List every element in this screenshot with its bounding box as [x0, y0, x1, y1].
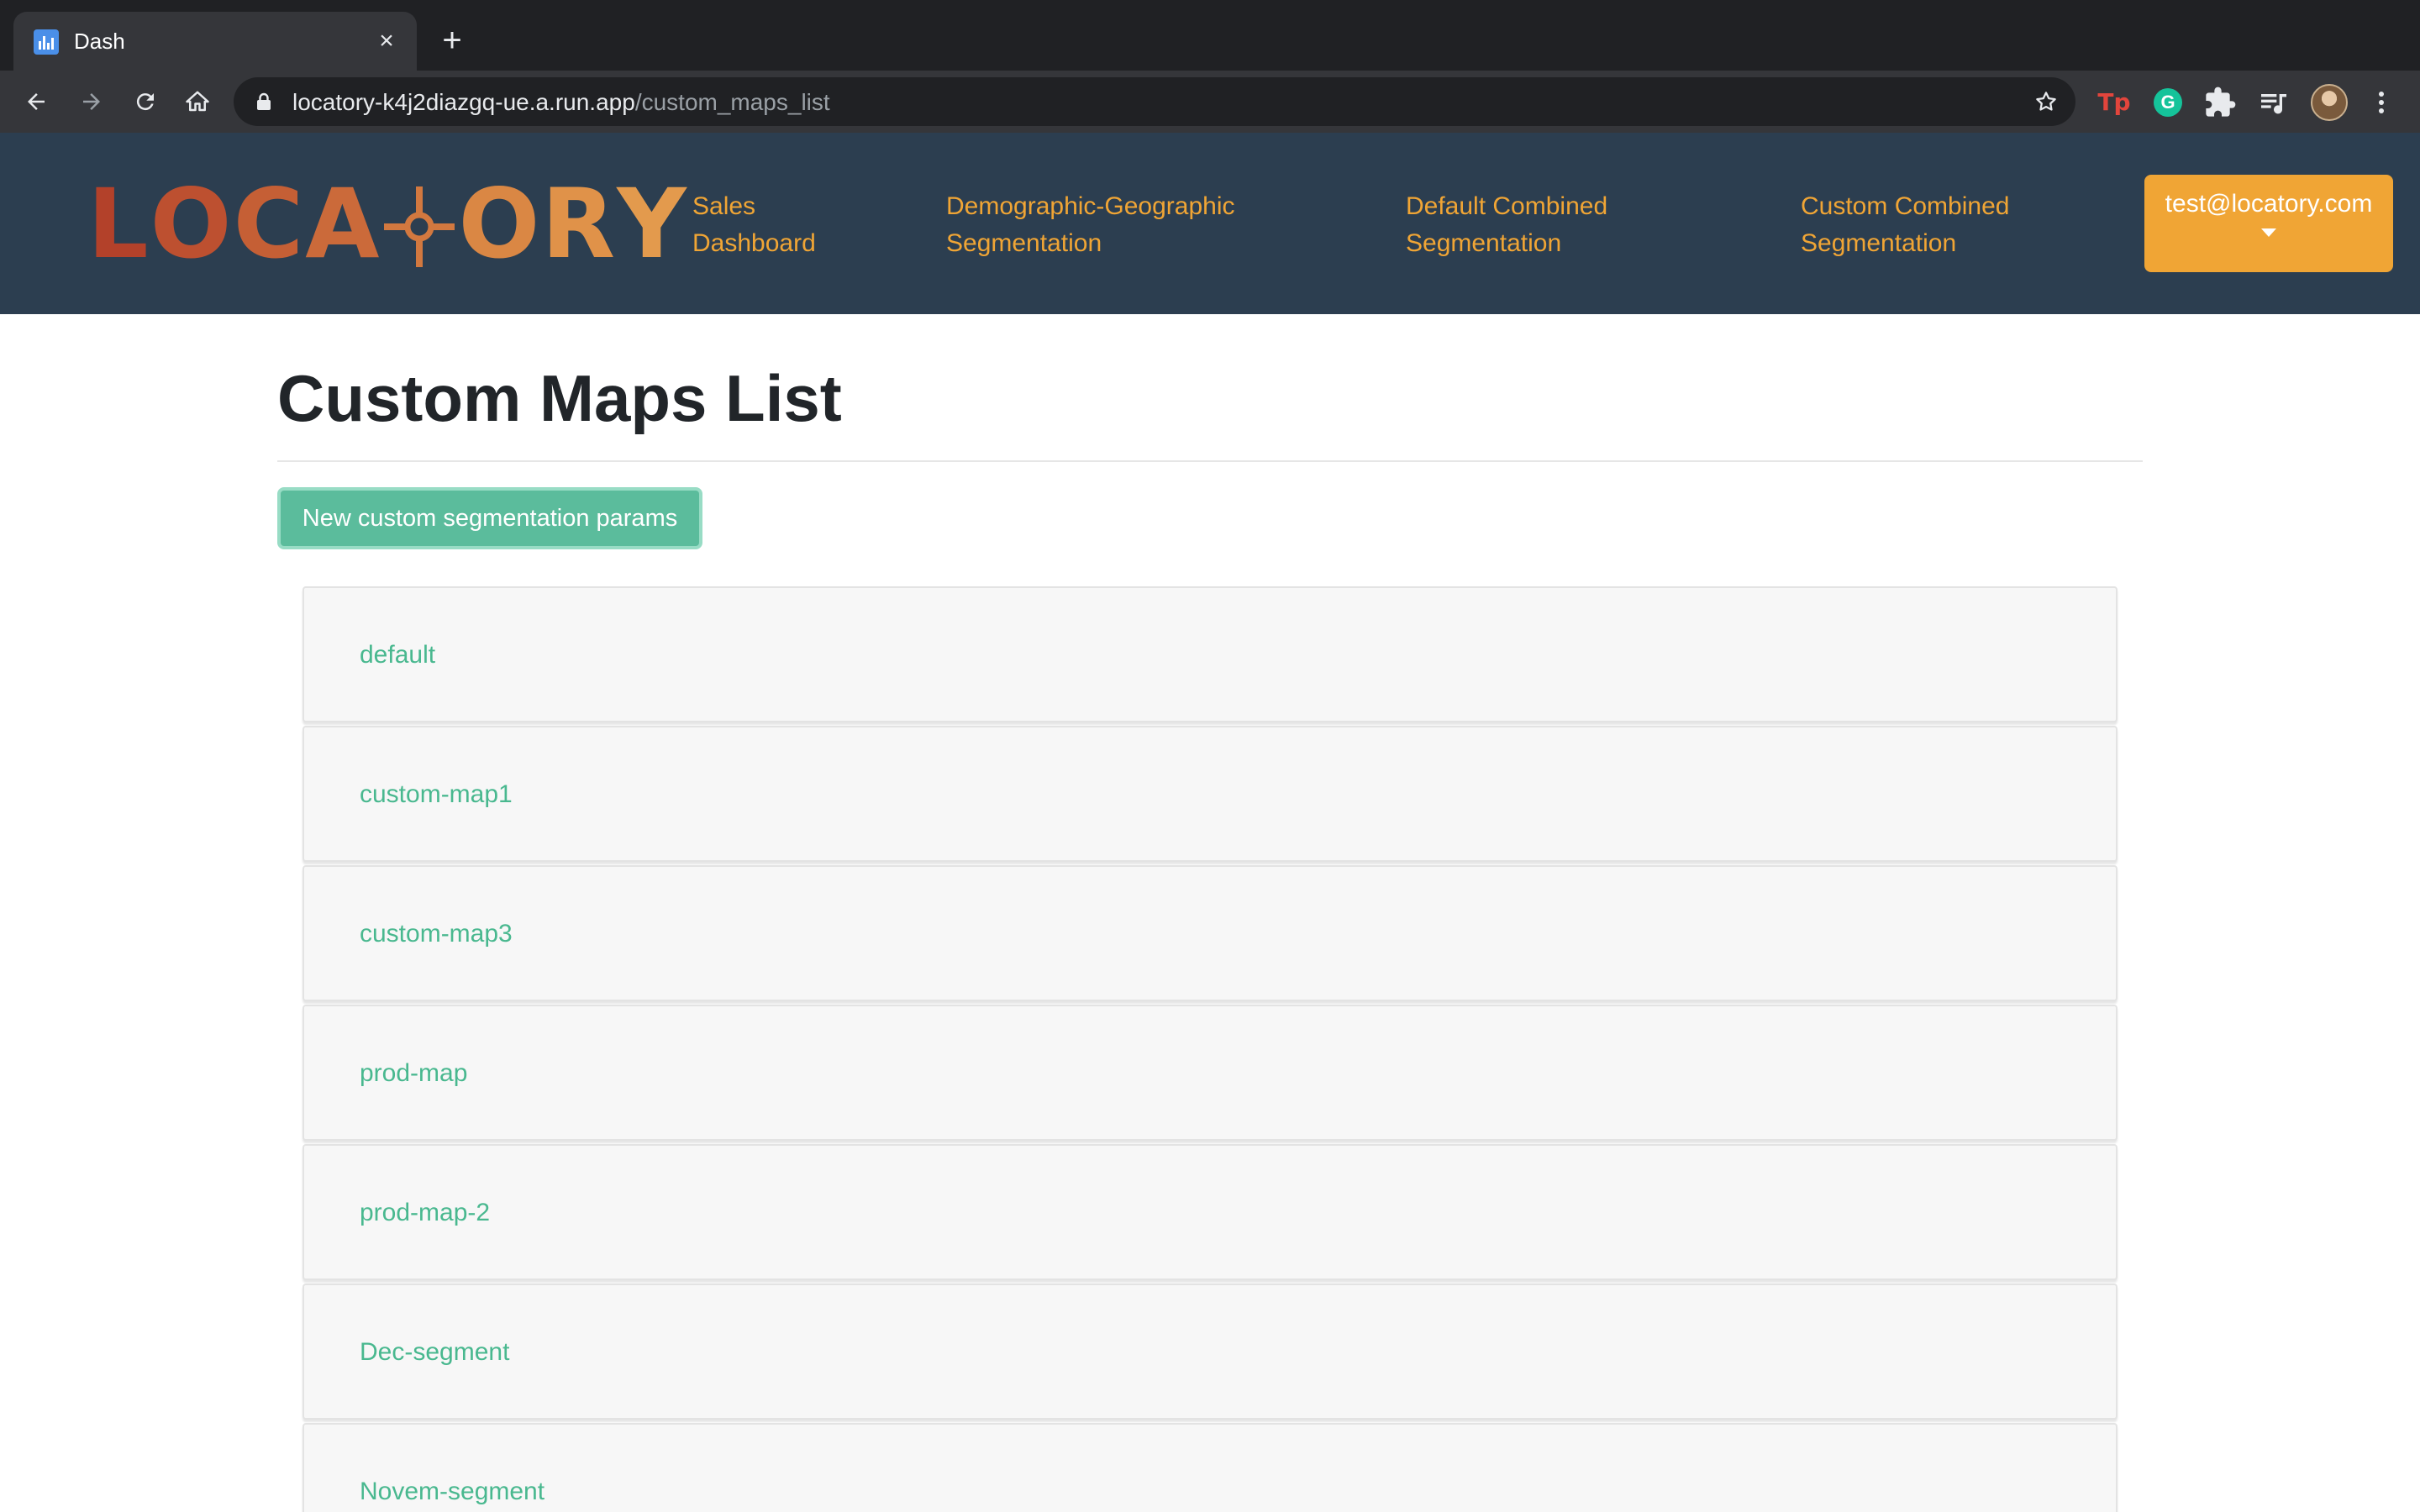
new-tab-icon[interactable]: +	[434, 22, 471, 59]
new-custom-segmentation-button[interactable]: New custom segmentation params	[277, 487, 702, 549]
caret-down-icon	[2261, 228, 2276, 237]
url-host: locatory-k4j2diazgq-ue.a.run.app	[292, 89, 635, 115]
browser-tabstrip: Dash × +	[0, 0, 2420, 71]
logo-wordmark: LOCA ORY	[87, 168, 688, 280]
tab-title: Dash	[74, 29, 125, 54]
tab-close-icon[interactable]: ×	[371, 26, 402, 56]
map-link[interactable]: custom-map1	[360, 778, 513, 811]
title-divider	[277, 460, 2143, 462]
browser-toolbar: locatory-k4j2diazgq-ue.a.run.app/custom_…	[0, 71, 2420, 133]
map-list-item[interactable]: prod-map-2	[302, 1144, 2118, 1280]
logo-letter: Y	[617, 168, 688, 280]
map-list-item[interactable]: Novem-segment	[302, 1423, 2118, 1512]
logo-letter: O	[150, 168, 234, 280]
logo-letter: O	[458, 168, 542, 280]
browser-tab[interactable]: Dash ×	[13, 12, 417, 71]
map-link[interactable]: custom-map3	[360, 917, 513, 951]
map-list-item[interactable]: custom-map1	[302, 726, 2118, 862]
logo-letter: A	[305, 168, 381, 280]
map-link[interactable]: Novem-segment	[360, 1475, 544, 1509]
app-navbar: LOCA ORY Sales Dashboard Demographic-Geog…	[0, 133, 2420, 314]
map-list-item[interactable]: prod-map	[302, 1005, 2118, 1141]
nav-custom-combined-segmentation[interactable]: Custom Combined Segmentation	[1801, 188, 2009, 262]
media-control-icon[interactable]	[2257, 86, 2291, 119]
lock-icon	[257, 92, 271, 110]
url-path: /custom_maps_list	[634, 89, 830, 115]
map-list-item[interactable]: custom-map3	[302, 865, 2118, 1001]
address-bar[interactable]: locatory-k4j2diazgq-ue.a.run.app/custom_…	[234, 77, 2075, 126]
reload-icon[interactable]	[123, 79, 168, 124]
forward-icon[interactable]	[69, 79, 114, 124]
logo-target-t	[381, 178, 458, 270]
map-link[interactable]: default	[360, 638, 435, 672]
map-link[interactable]: Dec-segment	[360, 1336, 509, 1369]
extensions-puzzle-icon[interactable]	[2203, 86, 2237, 119]
page-title: Custom Maps List	[277, 361, 842, 435]
dash-favicon-icon	[34, 29, 59, 55]
browser-menu-icon[interactable]	[2365, 86, 2398, 119]
user-email: test@locatory.com	[2165, 190, 2373, 218]
map-list-item[interactable]: default	[302, 586, 2118, 722]
grammarly-extension-icon[interactable]: G	[2151, 86, 2185, 119]
home-icon[interactable]	[175, 79, 220, 124]
locatory-logo[interactable]: LOCA ORY	[87, 176, 687, 272]
url-text: locatory-k4j2diazgq-ue.a.run.app/custom_…	[292, 88, 830, 117]
nav-demographic-geographic-segmentation[interactable]: Demographic-Geographic Segmentation	[946, 188, 1235, 262]
map-list-item[interactable]: Dec-segment	[302, 1284, 2118, 1420]
back-icon[interactable]	[13, 79, 59, 124]
map-link[interactable]: prod-map-2	[360, 1196, 490, 1230]
logo-letter: L	[87, 168, 150, 280]
nav-sales-dashboard[interactable]: Sales Dashboard	[692, 188, 816, 262]
grammarly-label: G	[2154, 88, 2182, 117]
tp-extension-icon[interactable]: Tp	[2097, 86, 2131, 119]
logo-letter: R	[541, 168, 618, 280]
map-link[interactable]: prod-map	[360, 1057, 467, 1090]
user-menu-button[interactable]: test@locatory.com	[2144, 175, 2393, 272]
nav-default-combined-segmentation[interactable]: Default Combined Segmentation	[1406, 188, 1607, 262]
bookmark-star-icon[interactable]	[2033, 89, 2059, 114]
logo-letter: C	[233, 168, 306, 280]
profile-avatar[interactable]	[2311, 84, 2348, 121]
